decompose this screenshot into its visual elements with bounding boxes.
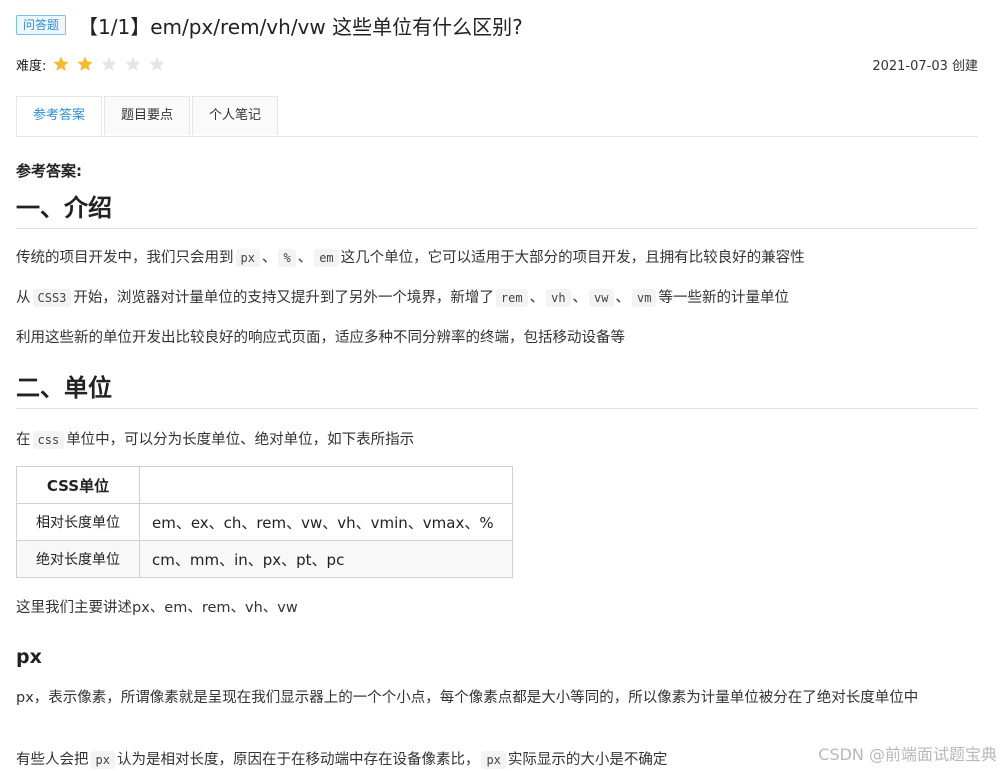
- table-cell: cm、mm、in、px、pt、pc: [139, 540, 513, 578]
- inline-code: CSS3: [32, 289, 72, 307]
- text: 传统的项目开发中，我们只会用到: [16, 250, 234, 266]
- watermark: CSDN @前端面试题宝典: [818, 745, 997, 764]
- table-row: 相对长度单位 em、ex、ch、rem、vw、vh、vmin、vmax、%: [16, 503, 513, 541]
- units-table: CSS单位 相对长度单位 em、ex、ch、rem、vw、vh、vmin、vma…: [16, 466, 513, 578]
- created-date: 2021-07-03 创建: [872, 58, 978, 74]
- star-icon: [76, 55, 94, 73]
- text: 实际显示的大小是不确定: [507, 752, 668, 768]
- text: 有些人会把: [16, 752, 89, 768]
- section-heading-units: 二、单位: [16, 372, 978, 409]
- star-icon: [124, 55, 142, 73]
- paragraph-5: 这里我们主要讲述px、em、rem、vh、vw: [16, 600, 298, 616]
- tab-reference-answer[interactable]: 参考答案: [16, 96, 103, 136]
- title-row: 问答题 【1/1】em/px/rem/vh/vw 这些单位有什么区别?: [16, 12, 523, 39]
- inline-code: px: [90, 751, 115, 769]
- inline-code: rem: [495, 289, 528, 307]
- section-heading-intro: 一、介绍: [16, 192, 978, 229]
- table-cell: em、ex、ch、rem、vw、vh、vmin、vmax、%: [139, 503, 513, 541]
- inline-code: px: [235, 249, 260, 267]
- paragraph-6: px，表示像素，所谓像素就是呈现在我们显示器上的一个个小点，每个像素点都是大小等…: [16, 690, 919, 706]
- paragraph-4: 在 css 单位中，可以分为长度单位、绝对单位，如下表所指示: [16, 428, 414, 449]
- page-title: 【1/1】em/px/rem/vh/vw 这些单位有什么区别?: [78, 14, 523, 39]
- inline-code: vh: [546, 289, 571, 307]
- inline-code: em: [314, 249, 339, 267]
- text: 开始，浏览器对计量单位的支持又提升到了另外一个境界，新增了: [73, 290, 494, 306]
- text: 、: [615, 290, 631, 306]
- meta-row: 难度: 2021-07-03 创建: [16, 52, 978, 76]
- inline-code: vw: [589, 289, 614, 307]
- paragraph-3: 利用这些新的单位开发出比较良好的响应式页面，适应多种不同分辨率的终端，包括移动设…: [16, 330, 625, 346]
- paragraph-7: 有些人会把 px 认为是相对长度，原因在于在移动端中存在设备像素比， px 实际显示的大…: [16, 748, 667, 769]
- inline-code: px: [481, 751, 506, 769]
- inline-code: vm: [632, 289, 657, 307]
- tab-bar: 参考答案 题目要点 个人笔记: [16, 96, 978, 137]
- text: 、: [261, 250, 277, 266]
- text: 、: [529, 290, 545, 306]
- text: 在: [16, 432, 31, 448]
- table-header-cell: [139, 466, 513, 504]
- paragraph-1: 传统的项目开发中，我们只会用到 px、%、 em 这几个单位，它可以适用于大部分的项目…: [16, 246, 805, 267]
- question-type-badge: 问答题: [16, 15, 67, 35]
- text: 认为是相对长度，原因在于在移动端中存在设备像素比，: [116, 752, 480, 768]
- inline-code: css: [32, 431, 65, 449]
- table-cell: 相对长度单位: [16, 503, 140, 541]
- text: 单位中，可以分为长度单位、绝对单位，如下表所指示: [66, 432, 415, 448]
- paragraph-2: 从 CSS3 开始，浏览器对计量单位的支持又提升到了另外一个境界，新增了 rem、 vh…: [16, 286, 789, 307]
- star-icon: [52, 55, 70, 73]
- text: 等一些新的计量单位: [658, 290, 789, 306]
- table-cell: 绝对长度单位: [16, 540, 140, 578]
- star-icon: [148, 55, 166, 73]
- inline-code: %: [278, 249, 296, 267]
- text: 从: [16, 290, 31, 306]
- text: 、: [572, 290, 588, 306]
- table-header-cell: CSS单位: [16, 466, 140, 504]
- difficulty-label: 难度:: [16, 58, 47, 74]
- text: 、: [297, 250, 313, 266]
- tab-personal-notes[interactable]: 个人笔记: [192, 96, 279, 135]
- difficulty-rating: [52, 55, 172, 73]
- subheading-px: px: [16, 646, 42, 668]
- star-icon: [100, 55, 118, 73]
- table-row: 绝对长度单位 cm、mm、in、px、pt、pc: [16, 540, 513, 578]
- text: 这几个单位，它可以适用于大部分的项目开发，且拥有比较良好的兼容性: [340, 250, 805, 266]
- answer-label: 参考答案:: [16, 162, 82, 180]
- table-header-row: CSS单位: [16, 466, 513, 504]
- tab-key-points[interactable]: 题目要点: [104, 96, 191, 135]
